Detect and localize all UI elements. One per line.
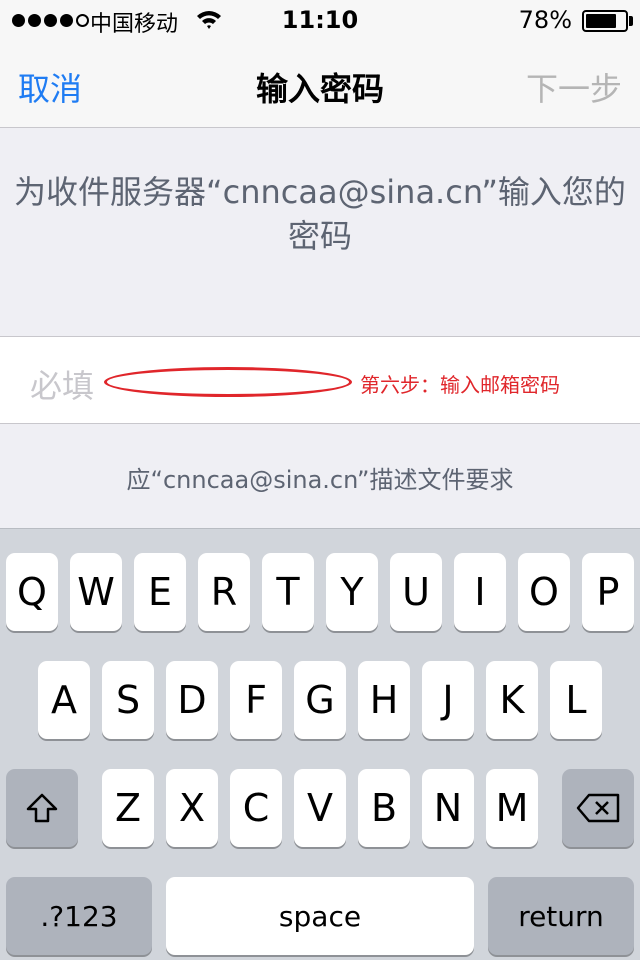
key-p[interactable]: P [582, 553, 634, 631]
key-y[interactable]: Y [326, 553, 378, 631]
battery-percent: 78% [518, 6, 572, 34]
key-z[interactable]: Z [102, 769, 154, 847]
password-field[interactable]: 必填 第六步：输入邮箱密码 [0, 336, 640, 424]
key-c[interactable]: C [230, 769, 282, 847]
key-u[interactable]: U [390, 553, 442, 631]
status-bar: 中国移动 11:10 78% [0, 0, 640, 40]
shift-icon [26, 793, 58, 823]
key-r[interactable]: R [198, 553, 250, 631]
annotation-ellipse [104, 367, 352, 397]
delete-key[interactable] [562, 769, 634, 847]
key-w[interactable]: W [70, 553, 122, 631]
key-o[interactable]: O [518, 553, 570, 631]
key-a[interactable]: A [38, 661, 90, 739]
annotation-text: 第六步：输入邮箱密码 [360, 373, 560, 397]
password-prompt: 为收件服务器“cnncaa@sina.cn”输入您的密码 [14, 173, 626, 255]
key-m[interactable]: M [486, 769, 538, 847]
key-v[interactable]: V [294, 769, 346, 847]
shift-key[interactable] [6, 769, 78, 847]
password-placeholder: 必填 [30, 367, 95, 405]
battery-tip [629, 16, 633, 26]
key-e[interactable]: E [134, 553, 186, 631]
key-h[interactable]: H [358, 661, 410, 739]
key-j[interactable]: J [422, 661, 474, 739]
key-k[interactable]: K [486, 661, 538, 739]
delete-icon [576, 793, 620, 823]
key-x[interactable]: X [166, 769, 218, 847]
key-g[interactable]: G [294, 661, 346, 739]
battery-icon [582, 10, 628, 32]
numbers-key[interactable]: .?123 [6, 877, 152, 955]
key-b[interactable]: B [358, 769, 410, 847]
keyboard: QWERTYUIOP ASDFGHJKL ZXCVBNM .?123 space… [0, 528, 640, 960]
key-s[interactable]: S [102, 661, 154, 739]
key-f[interactable]: F [230, 661, 282, 739]
key-l[interactable]: L [550, 661, 602, 739]
key-n[interactable]: N [422, 769, 474, 847]
space-key[interactable]: space [166, 877, 474, 955]
navigation-bar: 取消 输入密码 下一步 [0, 40, 640, 128]
key-q[interactable]: Q [6, 553, 58, 631]
key-i[interactable]: I [454, 553, 506, 631]
key-t[interactable]: T [262, 553, 314, 631]
profile-requirement-text: 应“cnncaa@sina.cn”描述文件要求 [126, 466, 514, 494]
next-button[interactable]: 下一步 [526, 64, 622, 110]
return-key[interactable]: return [488, 877, 634, 955]
key-d[interactable]: D [166, 661, 218, 739]
